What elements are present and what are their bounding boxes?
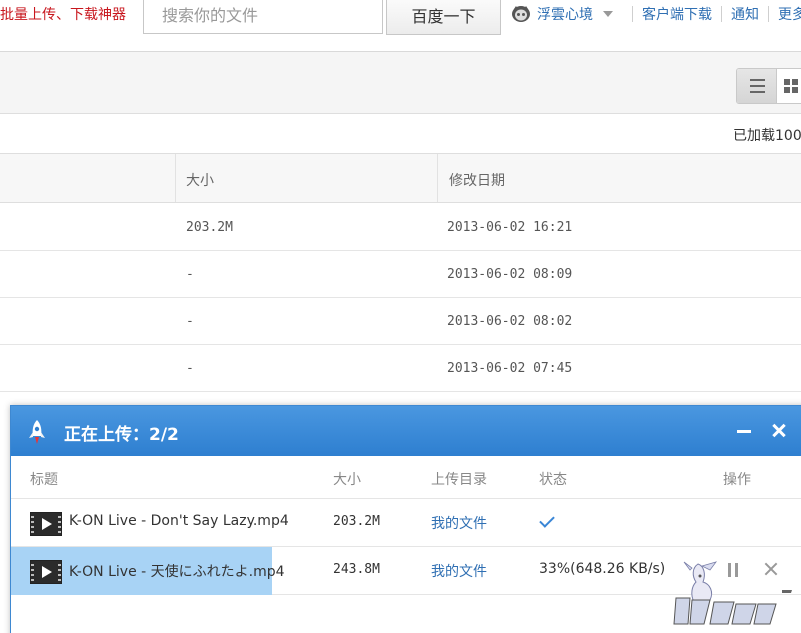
upload-dir-link[interactable]: 我的文件 [431, 513, 487, 533]
upload-file-name: K-ON Live - Don't Say Lazy.mp4 [69, 513, 289, 529]
file-date: 2013-06-02 16:21 [447, 220, 573, 235]
file-size: 203.2M [186, 220, 233, 235]
video-file-icon [30, 512, 62, 536]
search-button[interactable]: 百度一下 [386, 0, 501, 35]
upload-file-name: K-ON Live - 天使にふれたよ.mp4 [69, 564, 285, 580]
upload-table-header: 标题 大小 上传目录 状态 操作 [11, 456, 801, 499]
grid-view-icon[interactable] [784, 79, 798, 93]
file-size: - [186, 361, 194, 376]
minimize-icon[interactable] [737, 430, 751, 433]
chevron-down-icon[interactable] [603, 11, 613, 17]
column-title: 标题 [30, 472, 58, 488]
table-row[interactable]: - 2013-06-02 07:45 [0, 345, 801, 392]
column-size[interactable]: 大小 [186, 170, 214, 190]
upload-file-size: 203.2M [333, 514, 380, 529]
loaded-count: 已加载100 [733, 128, 801, 144]
table-row[interactable]: - 2013-06-02 08:02 [0, 298, 801, 345]
file-size: - [186, 267, 194, 282]
top-header: 批量上传、下载神器 搜索你的文件 百度一下 浮雲心境 客户端下载 通知 更多 [0, 0, 801, 52]
upload-item[interactable]: K-ON Live - Don't Say Lazy.mp4 203.2M 我的… [11, 499, 801, 547]
divider [768, 6, 769, 22]
divider [721, 6, 722, 22]
check-icon [539, 512, 555, 528]
close-icon[interactable] [769, 421, 789, 441]
file-date: 2013-06-02 08:09 [447, 267, 573, 282]
upload-panel-header[interactable]: 正在上传：2/2 [11, 406, 801, 456]
more-link[interactable]: 更多 [778, 4, 801, 24]
view-toggle [736, 68, 801, 104]
promo-link[interactable]: 批量上传、下载神器 [0, 4, 126, 24]
watermark-logo [673, 561, 792, 625]
user-menu: 浮雲心境 客户端下载 通知 更多 [511, 4, 801, 24]
client-download-link[interactable]: 客户端下载 [642, 4, 712, 24]
table-row[interactable]: 203.2M 2013-06-02 16:21 [0, 204, 801, 251]
column-status: 状态 [539, 472, 567, 488]
file-size: - [186, 314, 194, 329]
upload-file-size: 243.8M [333, 562, 380, 577]
column-size: 大小 [333, 472, 361, 488]
divider [632, 6, 633, 22]
user-avatar-icon [512, 6, 530, 22]
file-date: 2013-06-02 07:45 [447, 361, 573, 376]
list-view-icon[interactable] [737, 69, 777, 103]
upload-status: 33%(648.26 KB/s) [539, 561, 666, 577]
upload-dir-link[interactable]: 我的文件 [431, 561, 487, 581]
column-modified[interactable]: 修改日期 [449, 170, 505, 190]
column-divider [175, 154, 176, 202]
file-date: 2013-06-02 08:02 [447, 314, 573, 329]
toolbar [0, 52, 801, 114]
notifications-link[interactable]: 通知 [731, 4, 759, 24]
user-name[interactable]: 浮雲心境 [537, 4, 593, 24]
column-action: 操作 [723, 472, 751, 488]
column-upload-dir: 上传目录 [431, 472, 487, 488]
rocket-icon [29, 420, 45, 444]
file-table-header: 大小 修改日期 [0, 153, 801, 203]
upload-title: 正在上传：2/2 [64, 425, 179, 445]
video-file-icon [30, 560, 62, 584]
search-input[interactable]: 搜索你的文件 [143, 0, 383, 34]
column-divider [437, 154, 438, 202]
table-row[interactable]: - 2013-06-02 08:09 [0, 251, 801, 298]
